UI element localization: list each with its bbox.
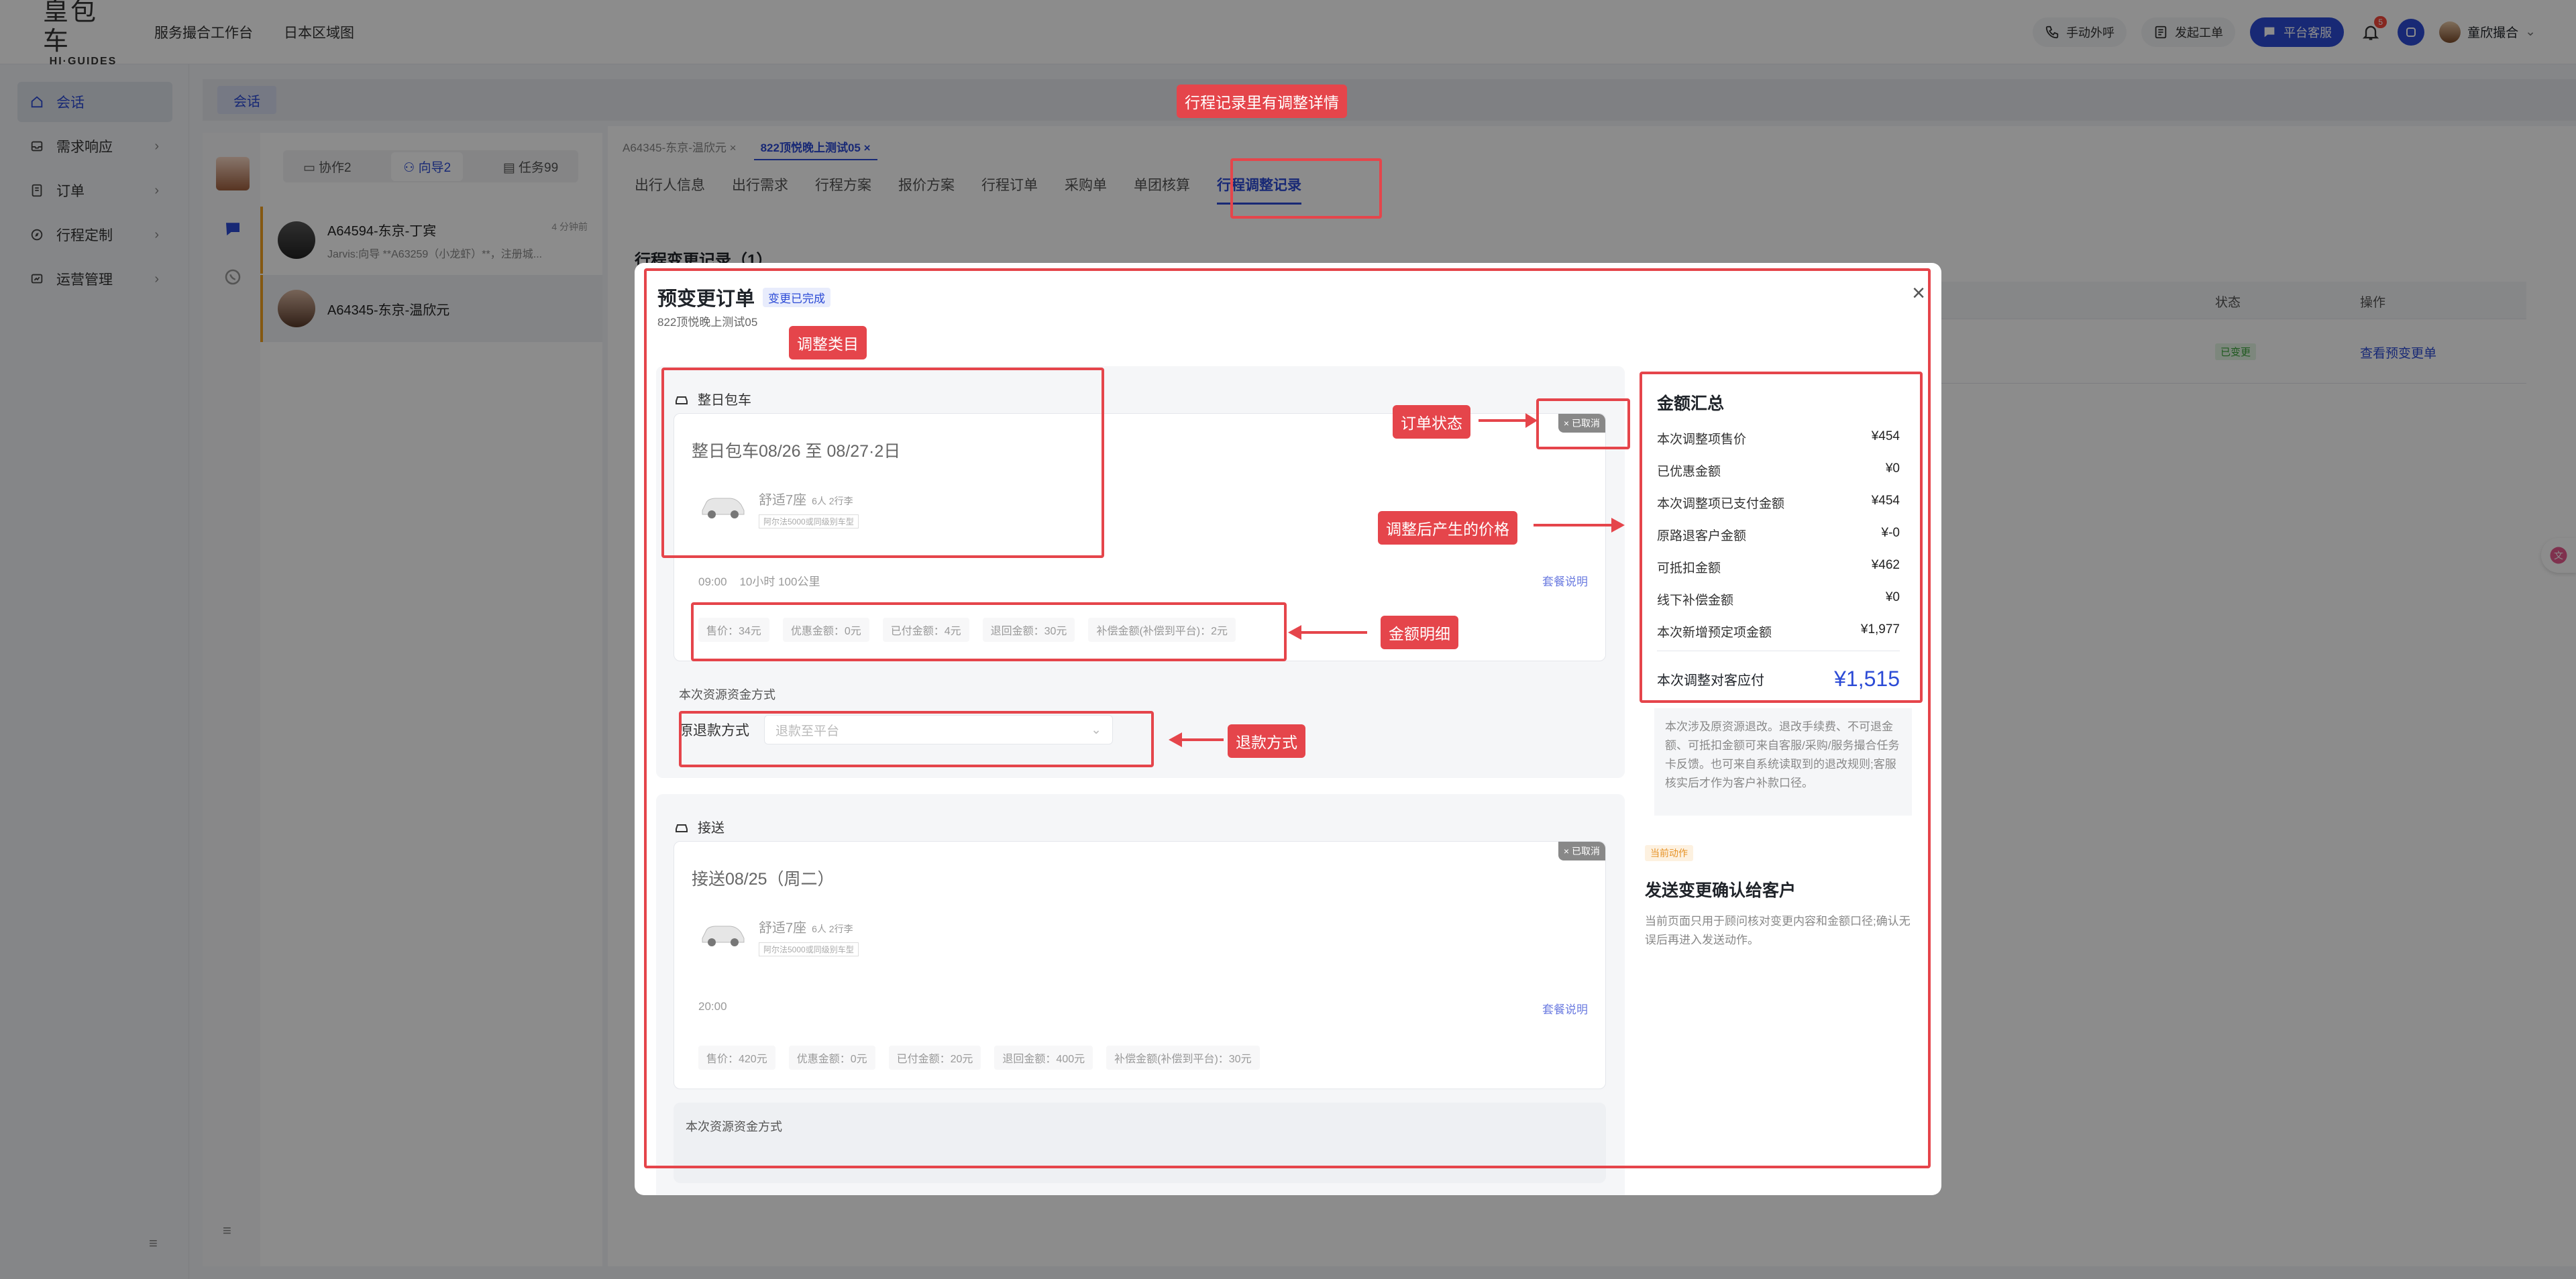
annotation-top-label: 行程记录里有调整详情 [1177,85,1347,118]
arrow-right-icon [1479,413,1538,428]
annotation-order-status-label: 订单状态 [1393,405,1470,439]
annotation-box-status [1536,398,1630,449]
annotation-price-label: 调整后产生的价格 [1378,511,1517,545]
annotation-box-refund [679,711,1154,767]
arrow-left-icon [1169,732,1224,747]
arrow-left-icon [1288,625,1367,640]
arrow-right-icon [1534,518,1625,533]
annotation-box-category [661,368,1104,558]
annotation-box-summary [1640,372,1923,703]
annotation-refund-label: 退款方式 [1228,724,1305,758]
annotation-amount-label: 金额明细 [1381,616,1458,649]
annotation-box-amount-detail [691,602,1287,661]
annotation-box-adjust-tab [1230,158,1382,219]
annotation-category-label: 调整类目 [789,326,867,359]
